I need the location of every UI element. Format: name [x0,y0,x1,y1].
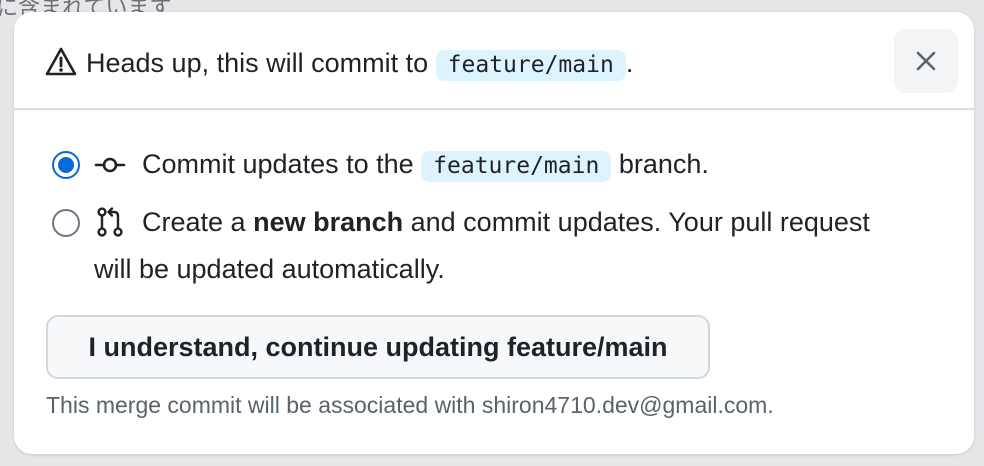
commit-author-note: This merge commit will be associated wit… [46,392,774,418]
option-commit-directly-label: Commit updates to the feature/main branc… [142,143,709,188]
close-icon [916,51,936,71]
option1-text-before: Commit updates to the [142,149,414,179]
commit-icon [94,157,126,173]
header-branch-code: feature/main [435,50,626,81]
header-text-before: Heads up, this will commit to [86,48,429,78]
option-new-branch-label-line2: will be updated automatically. [94,254,445,284]
confirm-continue-button[interactable]: I understand, continue updating feature/… [46,315,710,379]
header-text-after: . [625,48,634,78]
radio-new-branch[interactable] [52,209,80,237]
dialog-header: Heads up, this will commit to feature/ma… [14,12,974,110]
commit-warning-dialog: Heads up, this will commit to feature/ma… [14,12,974,454]
close-button[interactable] [894,29,958,93]
pull-request-icon [97,207,123,237]
option2-text-before: Create a [142,207,246,237]
option2-bold-text: new branch [253,207,404,237]
option1-text-after: branch. [618,149,709,179]
header-title: Heads up, this will commit to feature/ma… [86,44,633,84]
option-new-branch-label: Create a new branch and commit updates. … [142,201,870,244]
option1-branch-code: feature/main [421,151,612,182]
option2-text-after: and commit updates. Your pull request [410,207,870,237]
radio-commit-directly[interactable] [52,151,80,179]
warning-icon [45,47,77,76]
